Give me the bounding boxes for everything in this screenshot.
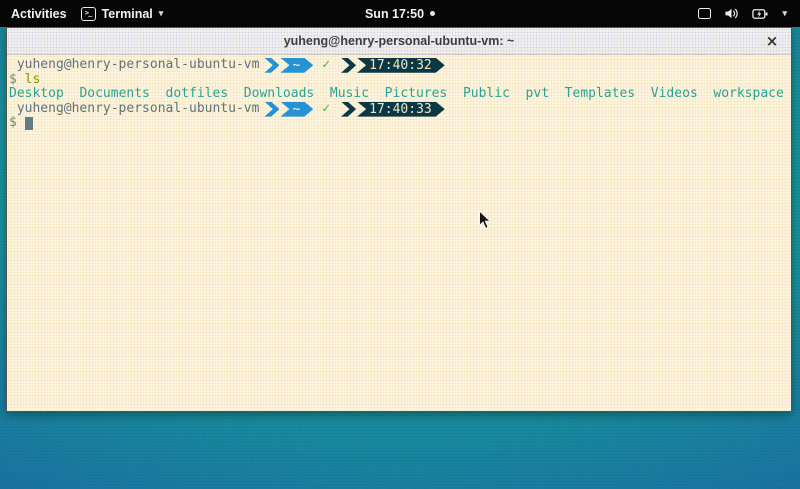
directory-entry: Templates [565,87,635,102]
command-line: $ ls [9,73,789,88]
powerline-chevron-icon [264,102,279,117]
directory-entry: Desktop [9,87,64,102]
ls-output-line: Desktop Documents dotfiles Downloads Music Pi… [9,87,789,102]
terminal-content[interactable]: yuheng@henry-personal-ubuntu-vm ~ ✓ 17:4… [7,55,791,411]
chevron-down-icon: ▾ [159,8,164,19]
prompt-line: yuheng@henry-personal-ubuntu-vm ~ ✓ 17:4… [9,102,789,117]
directory-entry: Public [463,87,510,102]
check-icon: ✓ [322,102,330,117]
system-status-area[interactable]: ▾ [698,7,800,20]
prompt-path-segment: ~ [280,58,313,73]
powerline-chevron-icon [341,102,356,117]
clock[interactable]: Sun 17:50 [365,7,424,21]
directory-entry: Downloads [244,87,314,102]
directory-entry: Music [330,87,369,102]
check-icon: ✓ [322,58,330,73]
input-line[interactable]: $ [9,116,789,131]
prompt-user-host: yuheng@henry-personal-ubuntu-vm [17,102,260,117]
desktop: Activities >_ Terminal ▾ Sun 17:50 [0,0,800,489]
window-title: yuheng@henry-personal-ubuntu-vm: ~ [284,34,515,48]
notification-dot [430,11,435,16]
system-menu-chevron-icon: ▾ [782,8,787,19]
window-titlebar[interactable]: yuheng@henry-personal-ubuntu-vm: ~ × [7,28,791,55]
directory-entry: dotfiles [166,87,229,102]
directory-entry: Pictures [385,87,448,102]
directory-entry: pvt [526,87,549,102]
prompt-time-segment: 17:40:32 [357,58,445,73]
command-text: ls [25,73,41,88]
terminal-app-icon: >_ [81,7,96,21]
close-icon[interactable]: × [763,32,781,50]
prompt-symbol: $ [9,73,17,88]
app-menu-terminal[interactable]: >_ Terminal ▾ [81,7,164,21]
directory-entry: workspace [713,87,783,102]
prompt-line: yuheng@henry-personal-ubuntu-vm ~ ✓ 17:4… [9,58,789,73]
directory-entry: Documents [79,87,149,102]
terminal-window: yuheng@henry-personal-ubuntu-vm: ~ × yuh… [6,27,792,412]
display-icon [698,8,711,19]
gnome-top-bar: Activities >_ Terminal ▾ Sun 17:50 [0,0,800,27]
text-cursor [25,117,33,130]
battery-charging-icon [752,8,769,20]
prompt-symbol: $ [9,116,17,131]
powerline-chevron-icon [264,58,279,73]
directory-entry: Videos [651,87,698,102]
activities-button[interactable]: Activities [11,7,67,21]
volume-icon [724,7,739,20]
prompt-time-segment: 17:40:33 [357,102,445,117]
prompt-user-host: yuheng@henry-personal-ubuntu-vm [17,58,260,73]
powerline-chevron-icon [341,58,356,73]
prompt-path-segment: ~ [280,102,313,117]
app-menu-label: Terminal [102,7,153,21]
